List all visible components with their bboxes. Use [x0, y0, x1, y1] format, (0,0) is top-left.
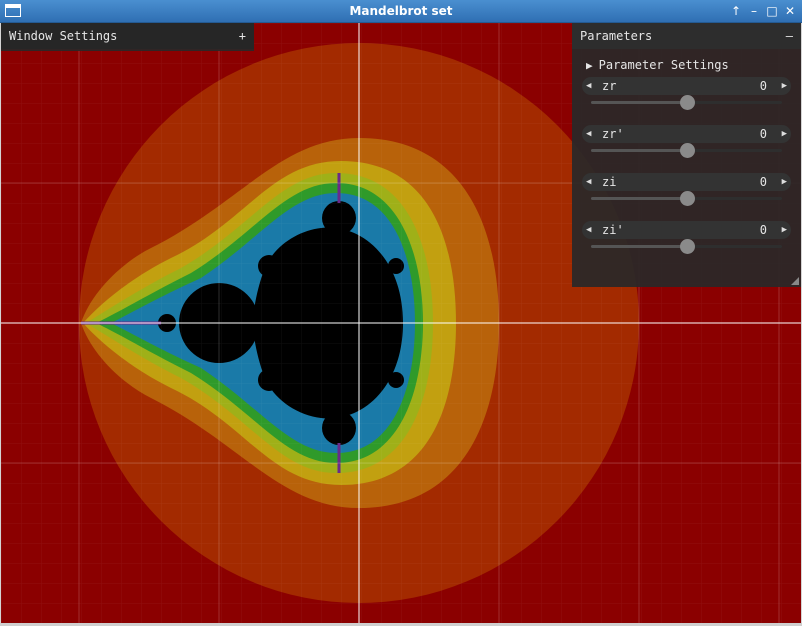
- increment-arrow-icon[interactable]: ▶: [782, 77, 787, 95]
- param-zr-prime: ◀ zr' 0 ▶: [582, 123, 791, 171]
- param-box[interactable]: ◀ zr' 0 ▶: [582, 125, 791, 143]
- title-bar[interactable]: Mandelbrot set ↑ – □ ✕: [0, 0, 802, 23]
- increment-arrow-icon[interactable]: ▶: [782, 221, 787, 239]
- slider-knob[interactable]: [679, 239, 695, 254]
- parameter-settings-section[interactable]: ▶ Parameter Settings: [572, 49, 801, 75]
- triangle-right-icon: ▶: [586, 59, 593, 72]
- param-slider[interactable]: [591, 95, 782, 110]
- window-settings-title: Window Settings: [9, 29, 118, 43]
- slider-knob[interactable]: [679, 191, 695, 206]
- param-value: 0: [759, 127, 767, 141]
- parameters-title: Parameters: [580, 29, 653, 43]
- slider-knob[interactable]: [679, 95, 695, 110]
- decrement-arrow-icon[interactable]: ◀: [586, 125, 591, 143]
- maximize-button[interactable]: □: [764, 2, 780, 20]
- slider-fill: [591, 149, 687, 152]
- param-zi-prime: ◀ zi' 0 ▶: [582, 219, 791, 267]
- param-zi: ◀ zi 0 ▶: [582, 171, 791, 219]
- keep-above-button[interactable]: ↑: [728, 2, 744, 20]
- window-title: Mandelbrot set: [349, 4, 453, 18]
- section-label: Parameter Settings: [598, 58, 729, 72]
- slider-fill: [591, 245, 687, 248]
- param-value: 0: [759, 79, 767, 93]
- param-label: zr': [602, 127, 624, 141]
- param-zr: ◀ zr 0 ▶: [582, 75, 791, 123]
- collapse-button[interactable]: –: [786, 23, 793, 49]
- param-slider[interactable]: [591, 143, 782, 158]
- close-button[interactable]: ✕: [782, 2, 798, 20]
- decrement-arrow-icon[interactable]: ◀: [586, 221, 591, 239]
- slider-fill: [591, 101, 687, 104]
- param-box[interactable]: ◀ zr 0 ▶: [582, 77, 791, 95]
- param-label: zi: [602, 175, 617, 189]
- param-value: 0: [759, 175, 767, 189]
- parameters-panel: Parameters – ▶ Parameter Settings ◀ zr 0 …: [572, 23, 801, 287]
- param-box[interactable]: ◀ zi 0 ▶: [582, 173, 791, 191]
- parameters-header[interactable]: Parameters –: [572, 23, 801, 49]
- param-value: 0: [759, 223, 767, 237]
- resize-grip-icon[interactable]: [791, 277, 799, 285]
- slider-fill: [591, 197, 687, 200]
- param-slider[interactable]: [591, 191, 782, 206]
- titlebar-buttons: ↑ – □ ✕: [728, 2, 798, 20]
- expand-button[interactable]: +: [239, 23, 246, 49]
- increment-arrow-icon[interactable]: ▶: [782, 173, 787, 191]
- window-settings-header[interactable]: Window Settings +: [1, 23, 254, 49]
- slider-knob[interactable]: [679, 143, 695, 158]
- decrement-arrow-icon[interactable]: ◀: [586, 77, 591, 95]
- decrement-arrow-icon[interactable]: ◀: [586, 173, 591, 191]
- increment-arrow-icon[interactable]: ▶: [782, 125, 787, 143]
- param-label: zr: [602, 79, 617, 93]
- param-box[interactable]: ◀ zi' 0 ▶: [582, 221, 791, 239]
- param-label: zi': [602, 223, 624, 237]
- minimize-button[interactable]: –: [746, 2, 762, 20]
- window-settings-panel: Window Settings +: [1, 23, 254, 51]
- app-window: Mandelbrot set ↑ – □ ✕ Window Settings +…: [0, 0, 802, 626]
- param-slider[interactable]: [591, 239, 782, 254]
